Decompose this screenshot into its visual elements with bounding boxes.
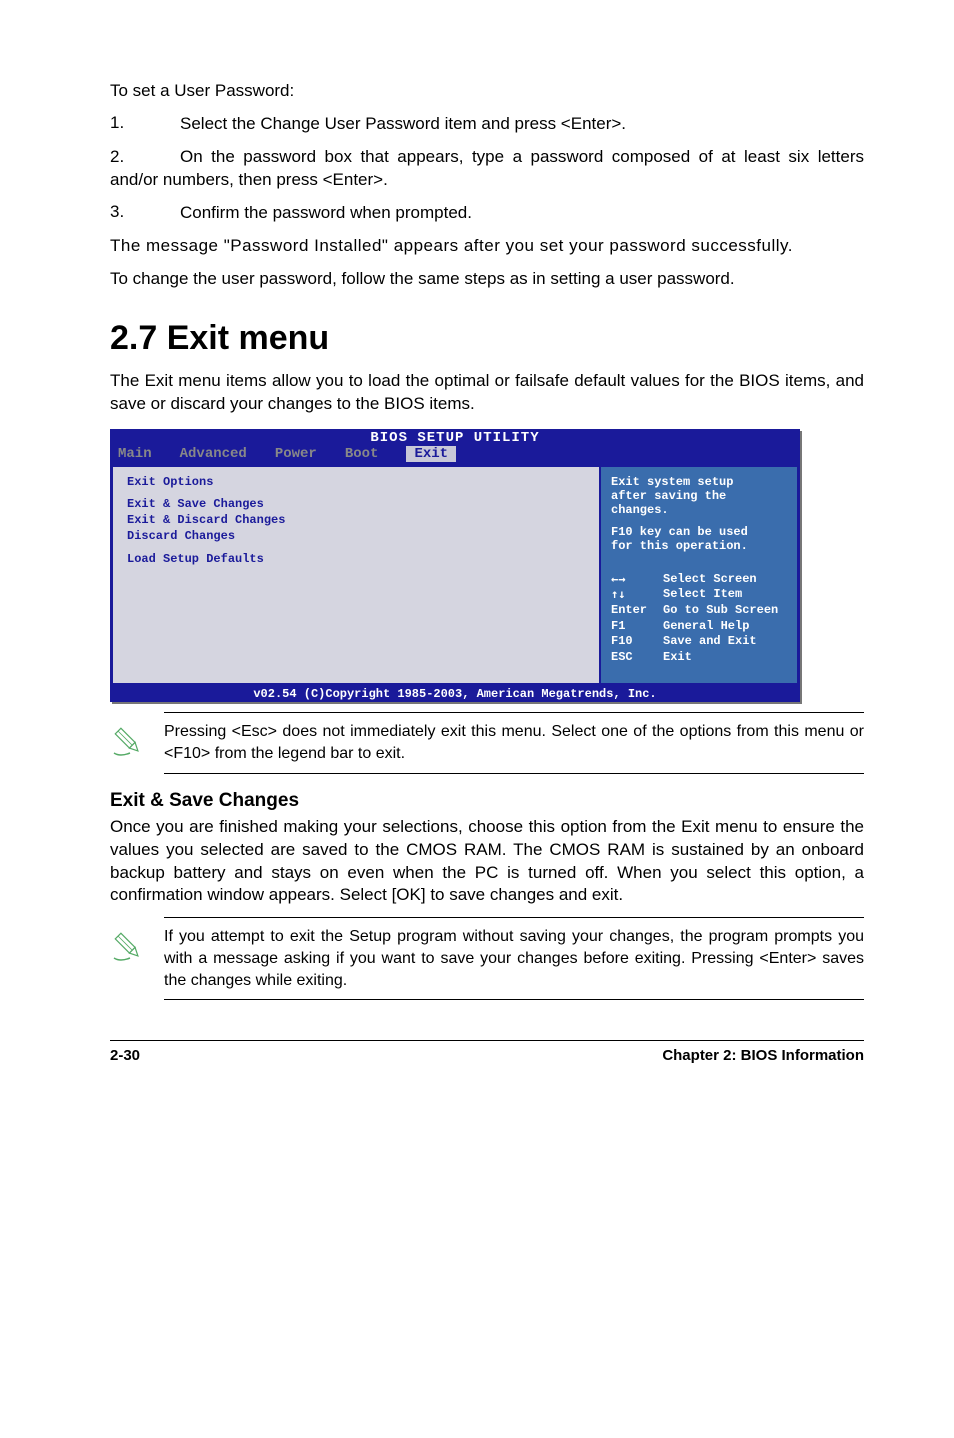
hint-value: Select Item — [663, 587, 742, 603]
hint-value: Go to Sub Screen — [663, 603, 778, 619]
hint-key-f1: F1 — [611, 619, 663, 635]
bios-help-line: after saving the — [611, 489, 787, 503]
hint-value: Save and Exit — [663, 634, 757, 650]
hint-key-esc: ESC — [611, 650, 663, 666]
intro-heading: To set a User Password: — [110, 80, 864, 103]
step-number: 1. — [110, 113, 180, 136]
tab-advanced: Advanced — [180, 446, 247, 462]
note-rule-bottom — [164, 773, 864, 774]
bios-right-pane: Exit system setup after saving the chang… — [599, 465, 799, 685]
chapter-label: Chapter 2: BIOS Information — [662, 1047, 864, 1064]
bios-help-line: changes. — [611, 503, 787, 517]
bios-option-exit-discard: Exit & Discard Changes — [127, 513, 585, 529]
tab-exit: Exit — [406, 446, 456, 462]
note-text: If you attempt to exit the Setup program… — [164, 926, 864, 991]
paragraph: The message "Password Installed" appears… — [110, 235, 864, 258]
tab-boot: Boot — [345, 446, 379, 462]
tab-power: Power — [275, 446, 317, 462]
bios-left-pane: Exit Options Exit & Save Changes Exit & … — [111, 465, 599, 685]
note-box: If you attempt to exit the Setup program… — [110, 917, 864, 1000]
note-rule-bottom — [164, 999, 864, 1000]
subheading-exit-save: Exit & Save Changes — [110, 790, 864, 812]
hint-value: General Help — [663, 619, 749, 635]
bios-option-load-defaults: Load Setup Defaults — [127, 552, 585, 568]
bios-help-text: Exit system setup after saving the chang… — [611, 475, 787, 553]
paragraph: To change the user password, follow the … — [110, 268, 864, 291]
step-text: On the password box that appears, type a… — [110, 147, 864, 189]
bios-screenshot: BIOS SETUP UTILITY Main Advanced Power B… — [110, 429, 800, 702]
hint-key-enter: Enter — [611, 603, 663, 619]
subsection-description: Once you are finished making your select… — [110, 816, 864, 908]
step-row: 1. Select the Change User Password item … — [110, 113, 864, 136]
page-container: To set a User Password: 1. Select the Ch… — [0, 0, 954, 1104]
step-number: 3. — [110, 202, 180, 225]
bios-help-line: Exit system setup — [611, 475, 787, 489]
step-text: Select the Change User Password item and… — [180, 113, 864, 136]
page-number: 2-30 — [110, 1047, 140, 1064]
hint-value: Select Screen — [663, 572, 757, 588]
hint-value: Exit — [663, 650, 692, 666]
section-title: 2.7 Exit menu — [110, 319, 864, 358]
section-description: The Exit menu items allow you to load th… — [110, 370, 864, 416]
step-2-paragraph: 2.On the password box that appears, type… — [110, 146, 864, 192]
bios-option-discard: Discard Changes — [127, 529, 585, 545]
bios-titlebar: BIOS SETUP UTILITY — [110, 429, 800, 446]
note-text: Pressing <Esc> does not immediately exit… — [164, 721, 864, 764]
pencil-icon — [110, 721, 164, 764]
bios-left-heading: Exit Options — [127, 475, 585, 489]
pencil-icon — [110, 926, 164, 969]
bios-help-line: for this operation. — [611, 539, 787, 553]
hint-key-f10: F10 — [611, 634, 663, 650]
step-number: 2. — [110, 146, 180, 169]
page-footer: 2-30 Chapter 2: BIOS Information — [110, 1040, 864, 1064]
bios-option-exit-save: Exit & Save Changes — [127, 497, 585, 513]
note-box: Pressing <Esc> does not immediately exit… — [110, 712, 864, 773]
step-row: 3. Confirm the password when prompted. — [110, 202, 864, 225]
step-text: Confirm the password when prompted. — [180, 202, 864, 225]
hint-key-arrows-lr-icon: ←→ — [611, 572, 663, 588]
bios-main-area: Exit Options Exit & Save Changes Exit & … — [110, 464, 800, 686]
tab-main: Main — [118, 446, 152, 462]
bios-tab-row: Main Advanced Power Boot Exit — [110, 446, 800, 464]
bios-help-line: F10 key can be used — [611, 525, 787, 539]
bios-key-hints: ←→Select Screen ↑↓Select Item EnterGo to… — [611, 572, 787, 676]
bios-footer: v02.54 (C)Copyright 1985-2003, American … — [110, 686, 800, 702]
hint-key-arrows-ud-icon: ↑↓ — [611, 587, 663, 603]
